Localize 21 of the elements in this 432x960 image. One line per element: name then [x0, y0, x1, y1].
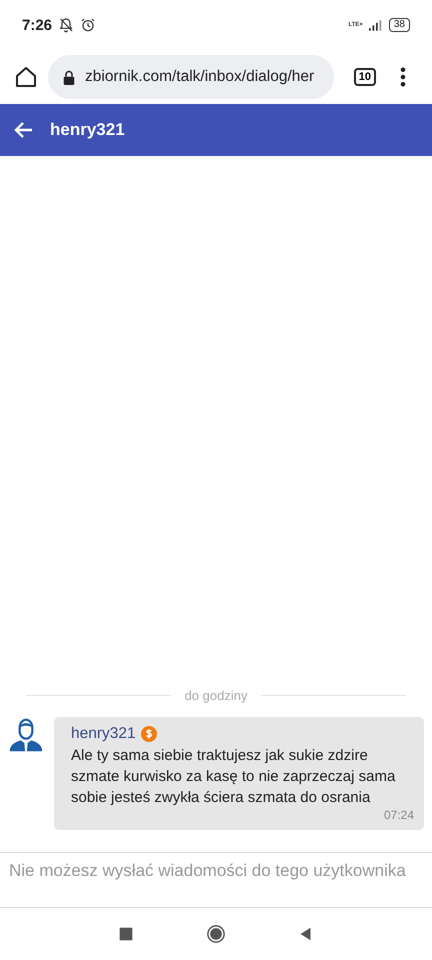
avatar-icon: [8, 717, 44, 753]
menu-icon: [400, 67, 406, 87]
clock-time: 7:26: [22, 16, 52, 34]
recent-apps-button[interactable]: [117, 925, 135, 943]
lock-icon: [63, 70, 75, 84]
muted-bell-icon: [58, 17, 74, 33]
address-bar[interactable]: zbiornik.com/talk/inbox/dialog/her: [48, 55, 334, 99]
message-text: Ale ty sama siebie traktujesz jak sukie zdzire szmate kurwisko za kasę to nie zaprzeczaj sama sobie jesteś zwykła ściera szmata do osrania: [71, 746, 396, 808]
home-icon: [14, 65, 38, 89]
home-circle-button[interactable]: [207, 925, 225, 943]
conversation-title: henry321: [50, 120, 125, 140]
author-name[interactable]: henry321: [71, 725, 136, 743]
message-time: 07:24: [382, 808, 414, 822]
battery-level: 38: [388, 18, 410, 32]
disabled-message-notice: Nie możesz wysłać wiadomości do tego użytkownika: [9, 861, 407, 880]
tab-switcher-button[interactable]: 10: [354, 68, 376, 86]
home-button[interactable]: [14, 65, 38, 89]
date-separator: do godziny: [184, 688, 248, 703]
signal-icon: [368, 20, 383, 30]
url-text: zbiornik.com/talk/inbox/dialog/her: [85, 68, 314, 86]
alarm-clock-icon: [80, 17, 96, 33]
